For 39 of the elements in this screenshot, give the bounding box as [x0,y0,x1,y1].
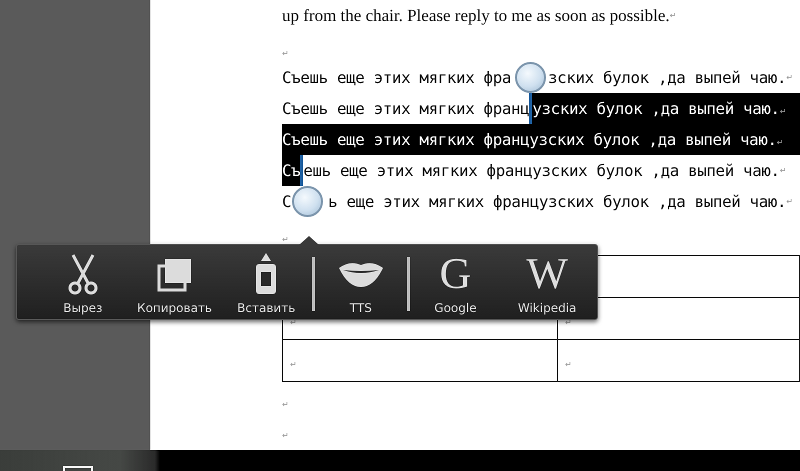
scissors-icon [68,253,98,295]
paragraph-mark: ↵ [776,138,784,147]
text-line: up from the chair. Please reply to me as soon as possible. [282,6,670,26]
text-line: зских булок ,да выпей чаю. [548,67,786,89]
paragraph-mark: ↵ [282,235,289,244]
menu-pointer [299,236,319,245]
paragraph-mark: ↵ [670,11,676,20]
menu-button[interactable]: Копировать [128,245,220,319]
menu-button[interactable]: G Google [410,245,502,319]
paragraph-mark: ↵ [282,49,289,58]
paragraph-mark: ↵ [282,400,289,409]
paragraph-mark: ↵ [290,318,297,327]
menu-button[interactable]: Вырез [37,245,129,319]
menu-button[interactable]: W Wikipedia [501,245,593,319]
text-line: С [282,191,292,213]
letter-icon: W [526,252,568,296]
selected-text: Съешь еще этих мягких французских булок ,да выпей чаю.↵ [282,124,800,155]
paragraph-mark: ↵ [565,360,572,369]
paragraph-mark: ↵ [565,318,572,327]
menu-button[interactable]: Вставить [220,245,312,319]
selected-text: Съ [282,155,300,186]
text-line: ь еще этих мягких французских булок ,да выпей чаю. [328,191,786,213]
paragraph-mark: ↵ [786,73,793,82]
selection-handle[interactable] [292,186,324,217]
selected-text: узских булок ,да выпей чаю.↵ [532,93,800,124]
text-line: ешь еще этих мягких французских булок ,да выпей чаю. [303,160,780,182]
menu-button[interactable]: TTS [314,245,407,319]
cursor-line [529,93,532,124]
paragraph-mark: ↵ [282,431,289,440]
paragraph-mark: ↵ [786,197,793,206]
letter-icon: G [440,252,472,296]
cursor-line [300,155,304,186]
text-line: Съешь еще этих мягких фра [282,67,512,89]
paragraph-mark: ↵ [780,166,786,175]
paragraph-mark: ↵ [290,360,297,369]
text-line: Съешь еще этих мягких франц [282,98,530,120]
selection-handle[interactable] [515,62,546,93]
paragraph-mark: ↵ [780,107,786,116]
lips-icon [338,260,384,288]
